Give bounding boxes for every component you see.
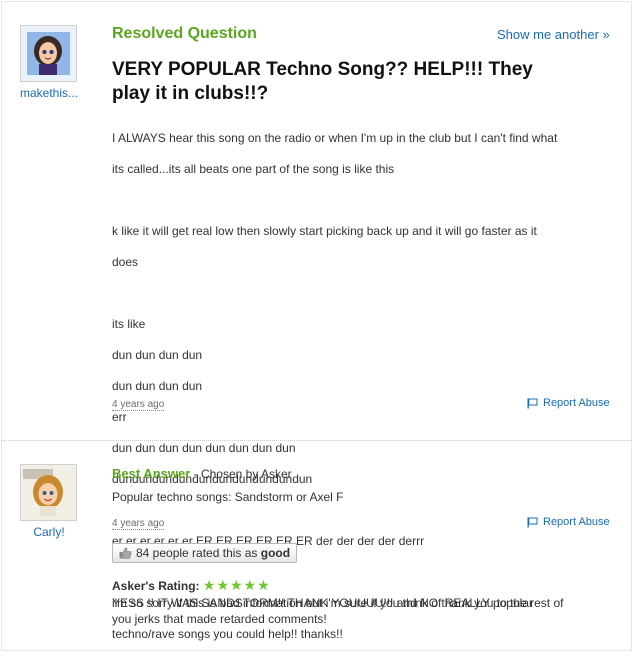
question-body-line: k like it will get real low then slowly … <box>112 223 537 238</box>
asker-comment: YESS !! IT WAS SANDSTORM!! THANK YOUUUU!… <box>112 595 563 627</box>
question-body-line <box>112 286 612 302</box>
question-timestamp[interactable]: 4 years ago <box>112 399 165 411</box>
section-divider <box>2 440 631 441</box>
report-abuse-label: Report Abuse <box>543 516 610 528</box>
question-body-line <box>112 193 612 209</box>
chosen-by-label: - Chosen by Asker <box>190 467 292 481</box>
question-body-line: dun dun dun dun <box>112 347 203 362</box>
rate-good-button[interactable]: 84 people rated this as good <box>112 543 298 563</box>
question-body-line: I ALWAYS hear this song on the radio or … <box>112 130 558 145</box>
rated-word-label: good <box>260 546 291 560</box>
asker-avatar-image <box>21 26 76 81</box>
answerer-avatar[interactable] <box>20 464 77 521</box>
answer-report-abuse-link[interactable]: Report Abuse <box>527 516 610 528</box>
question-body-line: its like <box>112 316 146 331</box>
question-body-line: dun dun dun dun <box>112 378 203 393</box>
question-body: I ALWAYS hear this song on the radio or … <box>112 115 612 658</box>
asker-comment-line-2: you jerks that made retarded comments! <box>112 612 327 626</box>
best-answer-heading: Best Answer <box>112 466 191 481</box>
report-abuse-label: Report Abuse <box>543 397 610 409</box>
asker-name-link[interactable]: makethis... <box>10 86 88 100</box>
asker-avatar[interactable] <box>20 25 77 82</box>
answerer-avatar-image <box>21 465 76 520</box>
asker-comment-line-1: YESS !! IT WAS SANDSTORM!! THANK YOUUUU!… <box>112 596 564 610</box>
question-title: VERY POPULAR Techno Song?? HELP!!! They … <box>112 58 533 106</box>
question-body-line: err <box>112 409 127 424</box>
question-body-line: dun dun dun dun dun dun dun dun <box>112 440 296 455</box>
askers-rating-label: Asker's Rating: <box>112 579 203 593</box>
rated-count-label: 84 people rated this as <box>136 546 261 560</box>
rating-stars: ★★★★★ <box>202 578 271 594</box>
question-body-line: does <box>112 254 139 269</box>
answer-timestamp[interactable]: 4 years ago <box>112 518 165 530</box>
question-title-line-1: VERY POPULAR Techno Song?? HELP!!! They <box>112 59 533 80</box>
answerer-name-link[interactable]: Carly! <box>10 525 88 539</box>
flag-icon <box>527 517 538 527</box>
best-answer-header: Best Answer - Chosen by Asker <box>112 466 292 481</box>
flag-icon <box>527 398 538 408</box>
show-me-another-link[interactable]: Show me another » <box>497 27 610 42</box>
thumbs-up-icon <box>119 547 132 559</box>
question-body-line: its called...its all beats one part of t… <box>112 161 395 176</box>
question-title-line-2: play it in clubs!!? <box>112 83 269 104</box>
question-body-line: techno/rave songs you could help!! thank… <box>112 626 343 641</box>
section-title: Resolved Question <box>112 25 257 42</box>
answer-text: Popular techno songs: Sandstorm or Axel … <box>112 490 344 504</box>
askers-rating: Asker's Rating: ★★★★★ <box>112 578 271 594</box>
question-report-abuse-link[interactable]: Report Abuse <box>527 397 610 409</box>
